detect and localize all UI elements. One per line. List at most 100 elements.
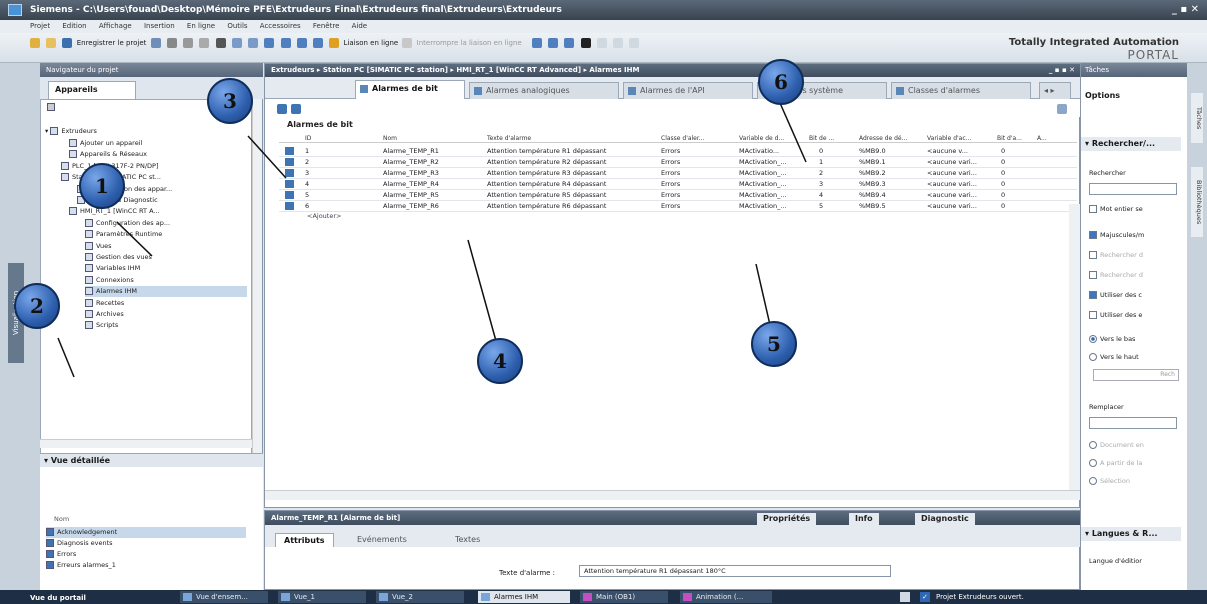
table-row[interactable]: 5 Alarme_TEMP_R5 Attention température R5 … — [279, 190, 1077, 201]
tree-item[interactable]: Gestion des vues — [85, 252, 247, 263]
tree-item[interactable]: Scripts — [85, 320, 247, 331]
navigator-hscroll[interactable] — [40, 439, 252, 448]
cell-name[interactable]: Alarme_TEMP_R5 — [383, 190, 483, 201]
cell-ackbit[interactable]: 0 — [1001, 201, 1031, 212]
taskbar-main-ob1[interactable]: Main (OB1) — [580, 591, 668, 603]
tree-item[interactable]: Vues — [85, 241, 247, 252]
compile-icon[interactable] — [264, 38, 275, 48]
menu-accessoires[interactable]: Accessoires — [260, 22, 301, 30]
cell-var[interactable]: MActivation_... — [739, 157, 805, 168]
search-section-header[interactable]: ▾ Rechercher/... — [1081, 137, 1181, 151]
go-online-button[interactable]: Liaison en ligne — [343, 39, 398, 47]
col-a[interactable]: A... — [1037, 134, 1047, 143]
alarm-text-field[interactable]: Attention température R1 dépassant 180°C — [579, 565, 891, 577]
redo-icon[interactable] — [248, 38, 259, 48]
taskbar-animation[interactable]: Animation (... — [680, 591, 772, 603]
cell-text[interactable]: Attention température R2 dépassant — [487, 157, 659, 168]
tree-item[interactable]: Variables IHM — [85, 263, 247, 274]
window-controls[interactable]: _ ▪ ✕ — [1172, 0, 1199, 20]
tab-alarmes-de-bit[interactable]: Alarmes de bit — [355, 80, 465, 99]
search-option-checkbox[interactable]: Majuscules/m — [1089, 229, 1183, 241]
tab-alarmes-api[interactable]: Alarmes de l'API — [623, 82, 753, 99]
paste-icon[interactable] — [199, 38, 210, 48]
cell-class[interactable]: Errors — [661, 201, 733, 212]
cell-var[interactable]: MActivation_... — [739, 179, 805, 190]
tree-root[interactable]: ▾ Extrudeurs — [45, 126, 97, 137]
cell-name[interactable]: Alarme_TEMP_R6 — [383, 201, 483, 212]
table-row[interactable]: 4 Alarme_TEMP_R4 Attention température R4 … — [279, 179, 1077, 190]
cell-text[interactable]: Attention température R1 dépassant — [487, 146, 659, 157]
print-icon[interactable] — [150, 38, 161, 48]
cell-addr[interactable]: %MB9.3 — [859, 179, 923, 190]
cell-bit[interactable]: 4 — [819, 190, 849, 201]
tree-item[interactable]: Configuration des ap... — [85, 218, 247, 229]
cell-bit[interactable]: 0 — [819, 146, 849, 157]
cell-ack[interactable]: <aucune v... — [927, 146, 993, 157]
go-offline-icon[interactable] — [402, 38, 413, 48]
menu-aide[interactable]: Aide — [352, 22, 367, 30]
menu-outils[interactable]: Outils — [227, 22, 247, 30]
search-button[interactable]: Rech — [1093, 369, 1179, 381]
search-input[interactable] — [1089, 183, 1177, 195]
cell-ack[interactable]: <aucune vari... — [927, 179, 993, 190]
detail-view-header[interactable]: ▾ Vue détaillée — [40, 453, 263, 467]
start-cpu-icon[interactable] — [548, 38, 559, 48]
simulation-icon[interactable] — [313, 38, 324, 48]
tree-item[interactable]: Connexions — [85, 275, 247, 286]
cell-var[interactable]: MActivation_... — [739, 168, 805, 179]
cell-ackbit[interactable]: 0 — [1001, 146, 1031, 157]
search-option-checkbox[interactable]: Rechercher d — [1089, 249, 1183, 261]
breadcrumb[interactable]: Extrudeurs ▸ Station PC [SIMATIC PC stat… — [271, 66, 639, 74]
table-row[interactable]: 3 Alarme_TEMP_R3 Attention température R3 … — [279, 168, 1077, 179]
cell-name[interactable]: Alarme_TEMP_R4 — [383, 179, 483, 190]
cell-name[interactable]: Alarme_TEMP_R3 — [383, 168, 483, 179]
cell-id[interactable]: 3 — [305, 168, 365, 179]
delete-icon[interactable] — [215, 38, 226, 48]
editor-window-controls[interactable]: _ ▪ ▪ ✕ — [1049, 64, 1075, 77]
search-option-checkbox[interactable]: Rechercher d — [1089, 269, 1183, 281]
table-row[interactable]: 2 Alarme_TEMP_R2 Attention température R2 … — [279, 157, 1077, 168]
save-project-button[interactable]: Enregistrer le projet — [77, 39, 147, 47]
cell-class[interactable]: Errors — [661, 190, 733, 201]
tab-classes-alarmes[interactable]: Classes d'alarmes — [891, 82, 1031, 99]
split-vertical-icon[interactable] — [613, 38, 624, 48]
cell-bit[interactable]: 1 — [819, 157, 849, 168]
cell-name[interactable]: Alarme_TEMP_R2 — [383, 157, 483, 168]
menu-affichage[interactable]: Affichage — [99, 22, 132, 30]
tab-info[interactable]: Info — [849, 513, 879, 525]
cut-icon[interactable] — [166, 38, 177, 48]
new-project-icon[interactable] — [30, 38, 40, 48]
add-row-icon[interactable] — [277, 104, 287, 114]
detail-item[interactable]: Errors — [46, 549, 246, 560]
tree-item[interactable]: Archives — [85, 309, 247, 320]
option-document[interactable]: Document en — [1089, 439, 1183, 451]
cell-text[interactable]: Attention température R4 dépassant — [487, 179, 659, 190]
cell-id[interactable]: 2 — [305, 157, 365, 168]
cell-ackbit[interactable]: 0 — [1001, 190, 1031, 201]
open-project-icon[interactable] — [46, 38, 57, 48]
portal-view-button[interactable]: Vue du portail — [0, 591, 86, 603]
col-bit[interactable]: Bit de ... — [809, 134, 834, 143]
cell-bit[interactable]: 2 — [819, 168, 849, 179]
tab-scroll-buttons[interactable]: ◂ ▸ — [1039, 82, 1071, 99]
tab-appareils[interactable]: Appareils — [48, 81, 136, 99]
cell-class[interactable]: Errors — [661, 146, 733, 157]
tree-grid-icon[interactable] — [47, 103, 55, 111]
cell-text[interactable]: Attention température R3 dépassant — [487, 168, 659, 179]
cell-ackbit[interactable]: 0 — [1001, 168, 1031, 179]
layout-icon[interactable] — [629, 38, 640, 48]
replace-input[interactable] — [1089, 417, 1177, 429]
download-icon[interactable] — [280, 38, 291, 48]
cell-bit[interactable]: 5 — [819, 201, 849, 212]
col-variable-acq[interactable]: Variable d'ac... — [927, 134, 971, 143]
cell-class[interactable]: Errors — [661, 168, 733, 179]
cell-addr[interactable]: %MB9.4 — [859, 190, 923, 201]
go-online-icon[interactable] — [329, 38, 340, 48]
search-option-checkbox[interactable]: Utiliser des e — [1089, 309, 1183, 321]
editor-hscroll[interactable] — [265, 490, 1081, 500]
menu-fenetre[interactable]: Fenêtre — [313, 22, 339, 30]
cell-var[interactable]: MActivatio... — [739, 146, 805, 157]
cell-class[interactable]: Errors — [661, 179, 733, 190]
tab-textes[interactable]: Textes — [447, 533, 488, 547]
table-settings-icon[interactable] — [1057, 104, 1067, 114]
